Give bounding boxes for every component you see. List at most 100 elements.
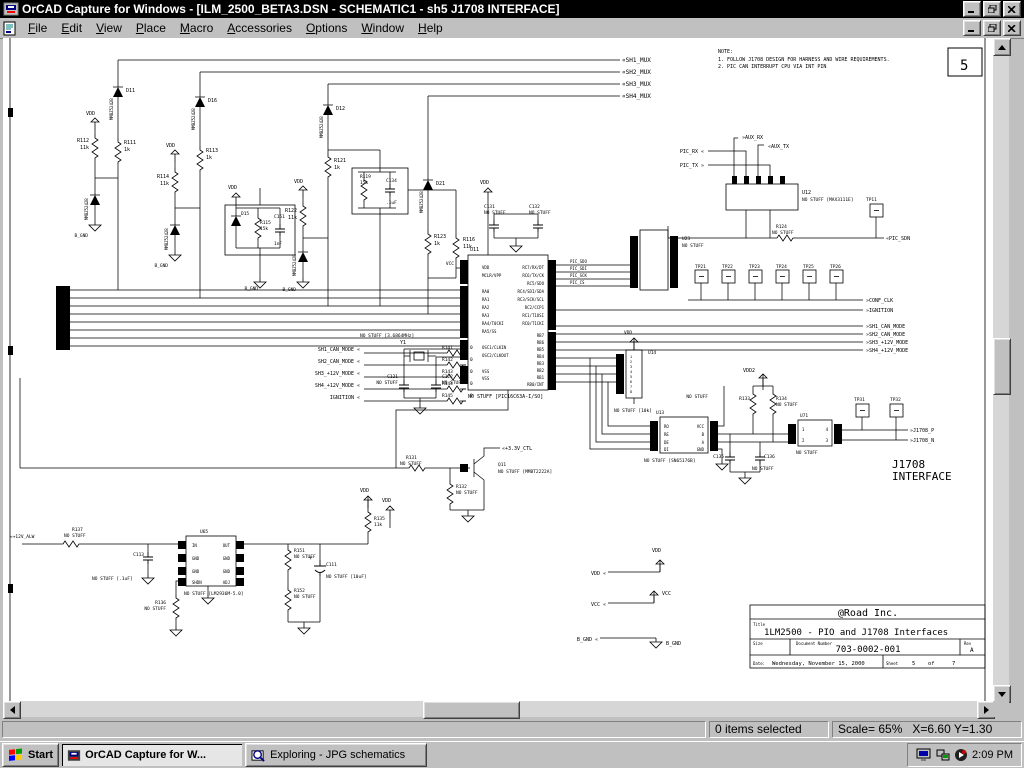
sch-text: U71 [800, 413, 808, 419]
sch-text: «SH3_MUX [622, 81, 651, 88]
orcad-app-icon [3, 2, 19, 16]
sch-text: NO STUFF [MAX3111E] [802, 197, 853, 203]
selection-count: 0 items selected [709, 721, 829, 738]
menu-window[interactable]: Window [354, 19, 411, 37]
sch-text: NO STUFF [400, 461, 422, 467]
sch-text: NO STUFF [144, 606, 166, 612]
sch-text: NO STUFF [772, 230, 794, 236]
task-exploring[interactable]: Exploring - JPG schematics [245, 743, 427, 767]
scrollbar-corner [993, 701, 1009, 717]
sch-text: 2 [630, 360, 632, 364]
sch-text: RO [664, 424, 669, 429]
menu-options[interactable]: Options [299, 19, 354, 37]
task-orcad-capture[interactable]: OrCAD Capture for W... [62, 744, 242, 766]
sch-text: NO STUFF [484, 210, 506, 216]
sch-text: »CONF_CLK [866, 298, 893, 304]
sch-text: MMBZ5242B [164, 228, 169, 250]
media-tray-icon[interactable] [954, 748, 968, 762]
display-tray-icon[interactable] [916, 748, 932, 762]
sch-text: 0 [470, 369, 473, 375]
sch-text: R145 [442, 393, 453, 399]
sch-text: «+3.3V_CTL [502, 446, 532, 452]
sch-text: RB1 [537, 375, 545, 380]
child-minimize-button[interactable] [963, 20, 981, 36]
sch-text: 1 [802, 427, 805, 432]
menu-accessories[interactable]: Accessories [220, 19, 299, 37]
schematic-texts: «SH1_MUX«SH2_MUX«SH3_MUX«SH4_MUXNOTE:1. … [10, 49, 974, 667]
sch-text: 7 [952, 661, 955, 667]
sch-text: U14 [648, 350, 656, 356]
j1708-label-2: INTERFACE [892, 470, 952, 483]
minimize-button[interactable] [963, 1, 981, 17]
sch-text: PIC_TX » [680, 163, 704, 169]
sch-text: PIC_RX « [680, 149, 704, 155]
explorer-magnifier-icon [251, 749, 266, 762]
sch-text: VDD [228, 185, 237, 191]
sch-text: RC0/T1CKI [522, 321, 544, 326]
sch-text: »IGNITION [866, 308, 893, 314]
sch-text: VDD « [591, 571, 606, 577]
windows-logo-icon [8, 748, 24, 762]
sch-text: MMBZ5242B [319, 116, 324, 138]
sch-text: SH1_CAN_MODE « [318, 347, 360, 353]
horizontal-scrollbar[interactable] [3, 701, 993, 717]
schematic-doc-icon[interactable] [2, 21, 18, 36]
vertical-scrollbar[interactable] [993, 38, 1009, 701]
sch-text: D11 [126, 88, 135, 94]
sch-text: «+12V_ALW [10, 534, 35, 540]
start-button[interactable]: Start [2, 743, 59, 767]
sch-text: 6 [630, 380, 632, 384]
titleblock-date: Wednesday, November 15, 2000 [772, 661, 865, 667]
sch-text: C113 [133, 552, 144, 558]
sch-text: Size [753, 641, 763, 646]
sch-text: 1k [206, 155, 212, 161]
sch-text: VCC « [591, 602, 606, 608]
sch-text: VDD [624, 330, 632, 336]
restore-button[interactable] [983, 1, 1001, 17]
title-bar[interactable]: OrCAD Capture for Windows - [ILM_2500_BE… [0, 0, 1024, 18]
sch-text: VCC [697, 424, 705, 429]
schematic-page[interactable]: «SH1_MUX«SH2_MUX«SH3_MUX«SH4_MUXNOTE:1. … [3, 38, 993, 701]
menu-macro[interactable]: Macro [173, 19, 220, 37]
scroll-left-button[interactable] [3, 701, 21, 719]
sch-text: RC7/RX/DT [522, 265, 544, 270]
sch-text: NO STUFF [294, 554, 316, 560]
sch-text: R123 [434, 234, 446, 240]
child-restore-button[interactable] [983, 20, 1001, 36]
horizontal-scroll-thumb[interactable] [423, 701, 520, 719]
sch-text: C134 [386, 178, 397, 184]
zoom-scale: Scale= 65% [838, 722, 902, 736]
network-tray-icon[interactable] [936, 748, 950, 762]
sch-text: VDD [166, 143, 175, 149]
menu-help[interactable]: Help [411, 19, 450, 37]
sch-text: 4 [630, 370, 632, 374]
sch-text: OUT [223, 543, 231, 548]
sch-text: U13 [656, 410, 664, 416]
cursor-coordinates: X=6.60 Y=1.30 [912, 722, 992, 736]
sch-text: C131 [484, 204, 495, 210]
sch-text: R143 [442, 369, 453, 375]
menu-place[interactable]: Place [129, 19, 173, 37]
menu-edit[interactable]: Edit [54, 19, 89, 37]
sch-text: PIC_CS [570, 280, 585, 285]
vertical-scroll-thumb[interactable] [993, 338, 1011, 395]
sch-text: TP11 [866, 197, 877, 203]
scroll-up-button[interactable] [993, 38, 1011, 56]
sch-text: RC2/CCP1 [525, 305, 545, 310]
menu-file[interactable]: File [21, 19, 54, 37]
child-close-button[interactable] [1003, 20, 1021, 36]
sch-text: PIC_SCK [570, 273, 587, 278]
sch-text: VCC [662, 591, 671, 597]
page-number: 5 [960, 58, 968, 74]
sch-text: Y1 [400, 340, 406, 346]
close-button[interactable] [1003, 1, 1021, 17]
sch-text: 15k [360, 180, 368, 186]
sch-text: OSC2/CLKOUT [482, 353, 509, 358]
sch-text: R151 [294, 548, 305, 554]
start-label: Start [28, 749, 53, 761]
menu-view[interactable]: View [89, 19, 129, 37]
sch-text: RE [664, 432, 669, 437]
sch-text: VCC [446, 261, 454, 267]
sch-text: »J1708_N [910, 438, 934, 444]
sch-text: »SH3_+12V_MODE [866, 340, 908, 346]
